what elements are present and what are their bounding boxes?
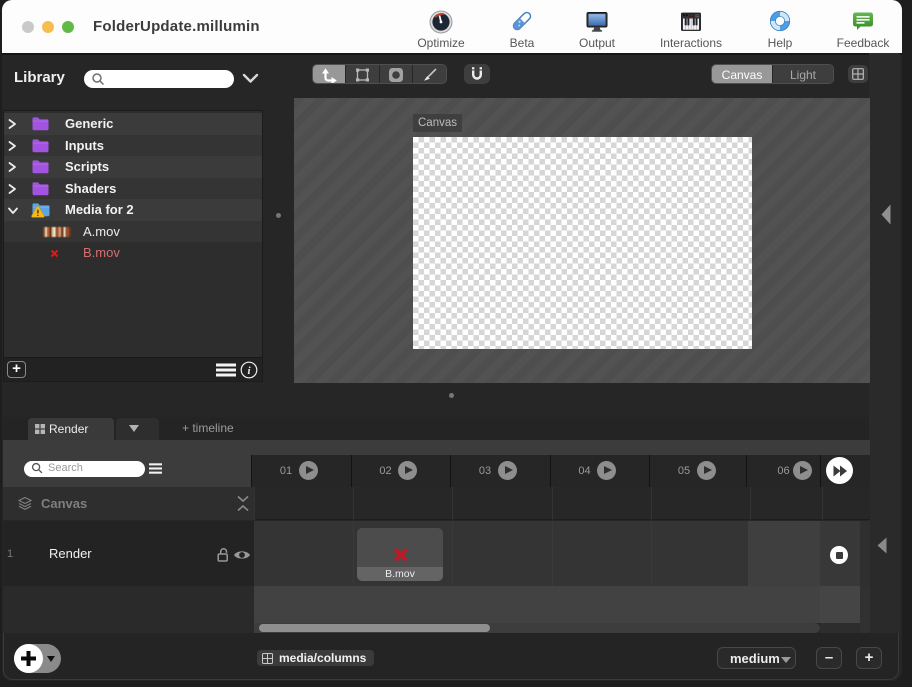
svg-text:i: i [247,365,251,377]
